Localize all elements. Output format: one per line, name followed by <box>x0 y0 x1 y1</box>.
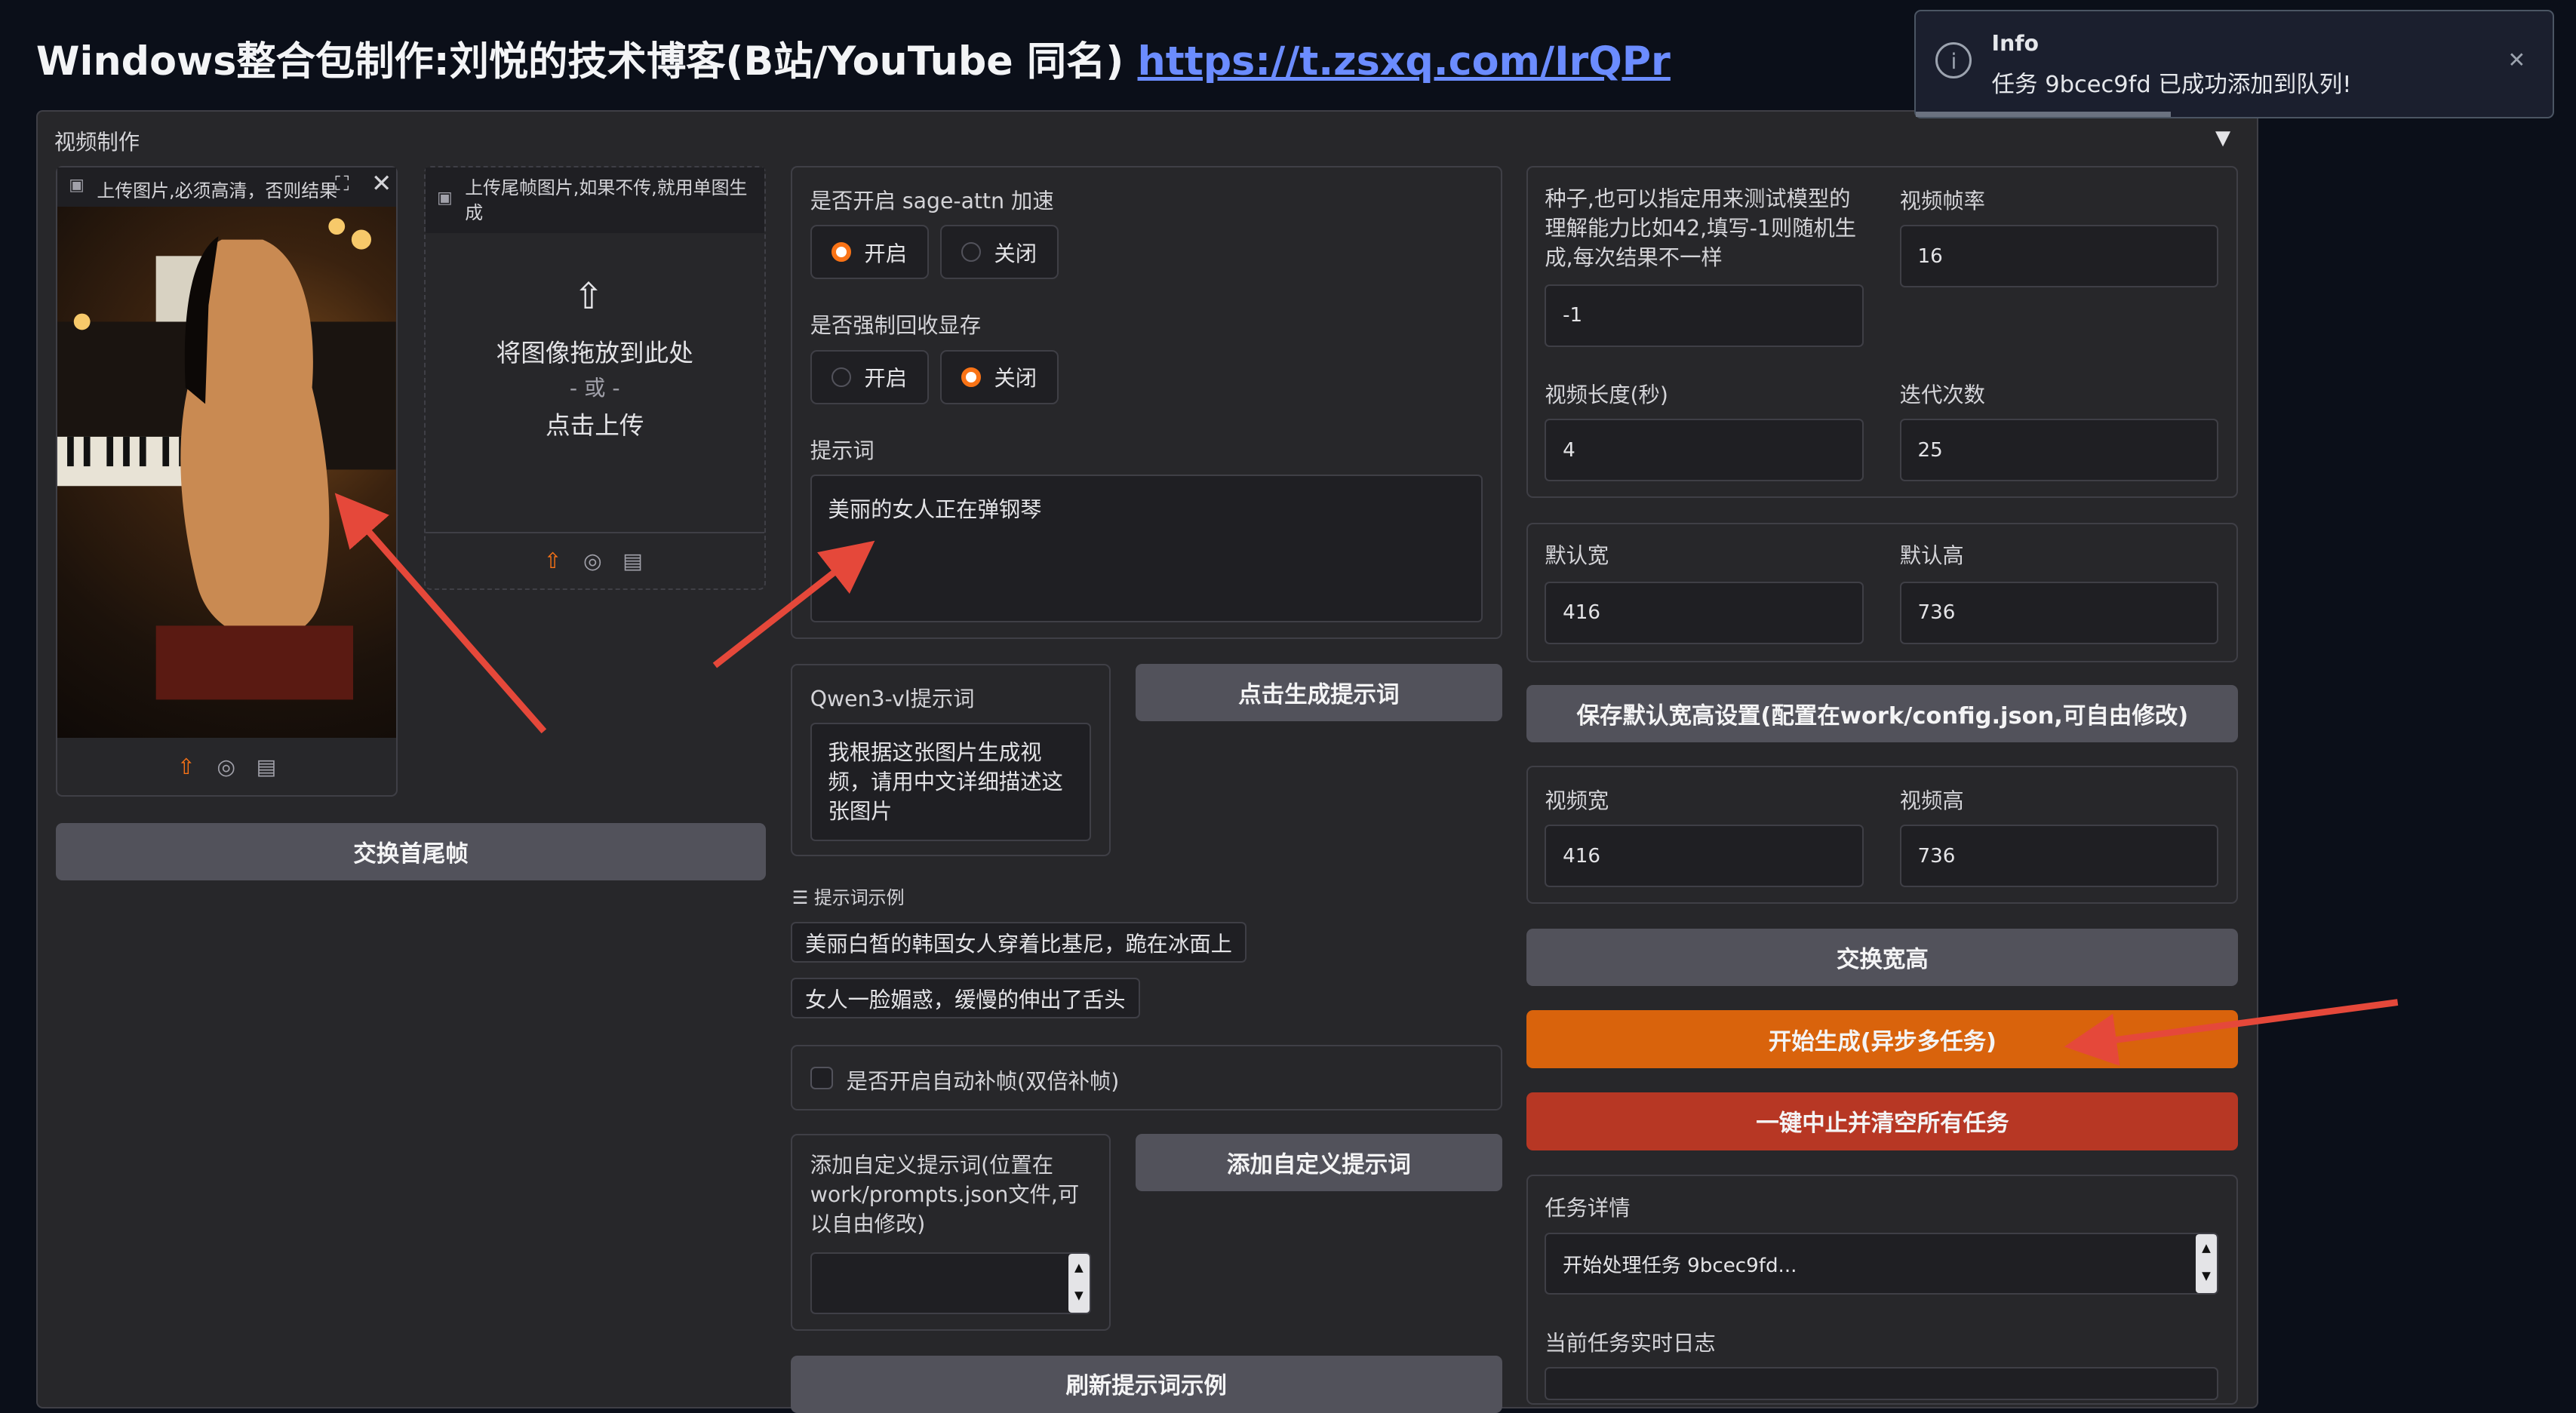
arrow-to-prompt <box>712 540 875 668</box>
annotation-arrows <box>334 493 2399 1066</box>
arrow-to-start-button <box>2064 999 2399 1066</box>
arrow-to-first-frame <box>334 493 547 734</box>
